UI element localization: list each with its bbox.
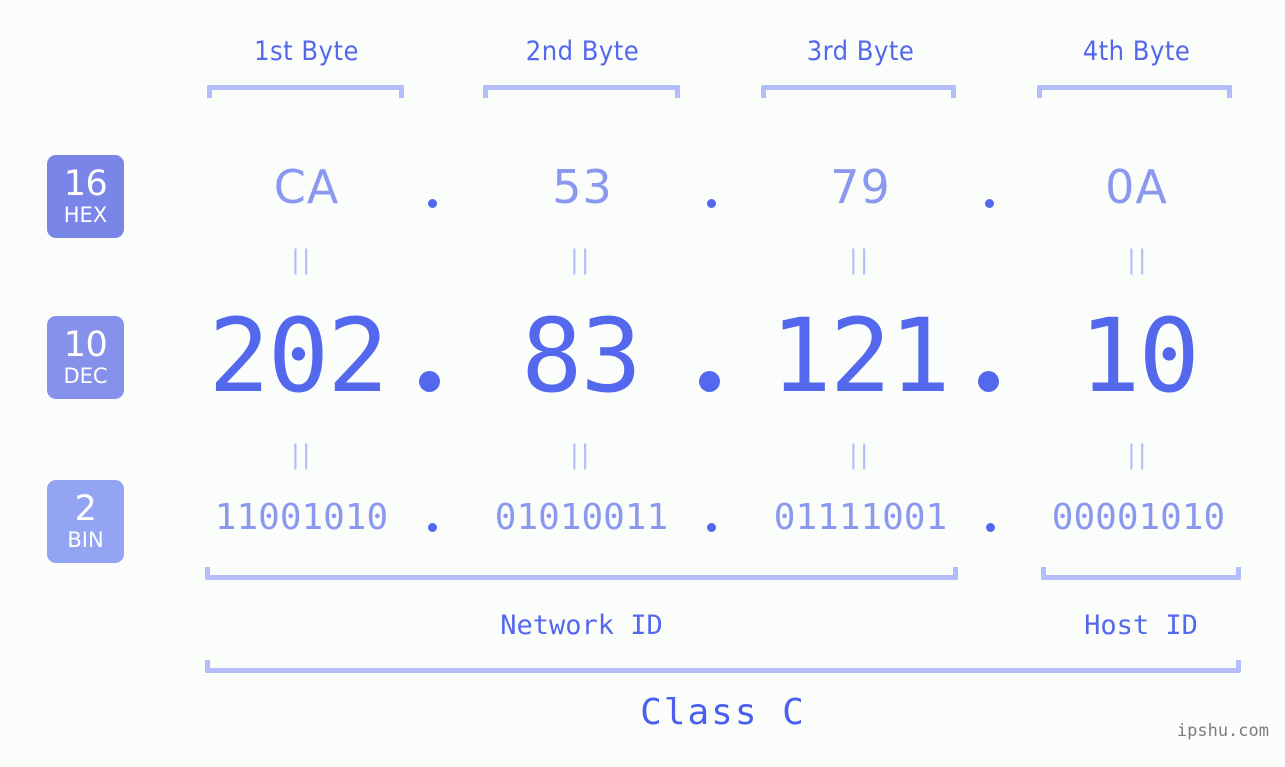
dec-separator-dot-2	[699, 371, 720, 392]
hex-separator-dot-3	[985, 199, 994, 208]
hex-separator-dot-1	[428, 199, 437, 208]
dec-byte-4: 10	[1079, 297, 1200, 416]
base-badge-hex-number: 16	[63, 164, 108, 204]
bin-separator-dot-2	[707, 523, 716, 532]
hex-byte-2: 53	[552, 160, 613, 214]
equality-marker-dec-bin-2: ||	[570, 440, 592, 470]
host-id-bracket	[1041, 567, 1241, 580]
dec-separator-dot-1	[419, 371, 440, 392]
dec-byte-2: 83	[521, 297, 642, 416]
equality-marker-dec-bin-4: ||	[1127, 440, 1149, 470]
hex-byte-1: CA	[273, 160, 340, 214]
base-badge-hex-name: HEX	[63, 203, 108, 227]
dec-byte-3: 121	[770, 297, 950, 416]
byte-bracket-top-3	[761, 85, 956, 98]
hex-byte-4: 0A	[1105, 160, 1168, 214]
base-badge-bin: 2 BIN	[47, 480, 124, 563]
byte-header-label-1: 1st Byte	[254, 36, 359, 67]
site-watermark: ipshu.com	[1176, 721, 1269, 741]
dec-separator-dot-3	[978, 371, 999, 392]
base-badge-dec: 10 DEC	[47, 316, 124, 399]
bin-separator-dot-3	[986, 523, 995, 532]
base-badge-bin-number: 2	[74, 489, 97, 529]
equality-marker-dec-bin-3: ||	[849, 440, 871, 470]
base-badge-dec-number: 10	[63, 325, 108, 365]
bin-byte-2: 01010011	[494, 497, 669, 538]
equality-marker-hex-dec-2: ||	[570, 245, 592, 275]
class-bracket	[205, 660, 1241, 673]
bin-separator-dot-1	[428, 523, 437, 532]
byte-bracket-top-4	[1037, 85, 1232, 98]
base-badge-hex: 16 HEX	[47, 155, 124, 238]
byte-bracket-top-1	[207, 85, 404, 98]
hex-byte-3: 79	[830, 160, 891, 214]
equality-marker-hex-dec-3: ||	[849, 245, 871, 275]
network-id-label: Network ID	[500, 610, 663, 641]
equality-marker-hex-dec-1: ||	[291, 245, 313, 275]
base-badge-dec-name: DEC	[63, 364, 108, 388]
dec-byte-1: 202	[208, 297, 388, 416]
host-id-label: Host ID	[1084, 610, 1198, 641]
byte-header-label-3: 3rd Byte	[806, 36, 915, 67]
byte-bracket-top-2	[483, 85, 680, 98]
ip-breakdown-diagram: 1st Byte 2nd Byte 3rd Byte 4th Byte 16 H…	[0, 0, 1285, 767]
byte-header-label-4: 4th Byte	[1082, 36, 1191, 67]
hex-separator-dot-2	[707, 199, 716, 208]
bin-byte-3: 01111001	[773, 497, 948, 538]
equality-marker-dec-bin-1: ||	[291, 440, 313, 470]
base-badge-bin-name: BIN	[67, 528, 104, 552]
class-label: Class C	[640, 692, 806, 733]
network-id-bracket	[205, 567, 958, 580]
equality-marker-hex-dec-4: ||	[1127, 245, 1149, 275]
bin-byte-1: 11001010	[214, 497, 389, 538]
bin-byte-4: 00001010	[1051, 497, 1226, 538]
byte-header-label-2: 2nd Byte	[525, 36, 640, 67]
